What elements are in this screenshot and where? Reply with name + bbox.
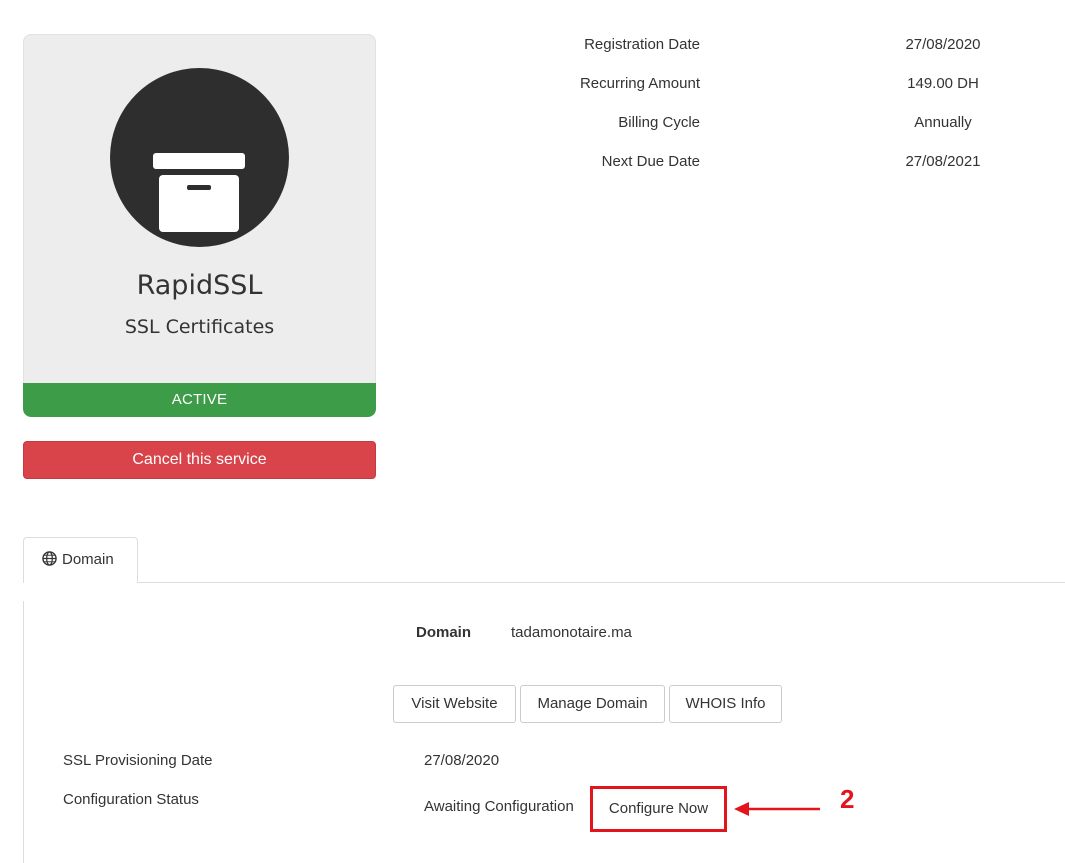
domain-label: Domain [416,624,472,641]
registration-date-value: 27/08/2020 [905,36,981,53]
ssl-provisioning-date-value: 27/08/2020 [424,752,500,769]
status-badge: Active [23,383,376,417]
billing-cycle-label: Billing Cycle [618,114,700,131]
billing-row: Registration Date 27/08/2020 [0,34,1065,56]
tab-pane-border [23,601,24,863]
visit-website-button[interactable]: Visit Website [393,685,516,723]
product-name: RapidSSL [136,270,263,301]
configure-now-button[interactable]: Configure Now [590,786,727,832]
recurring-amount-value: 149.00 DH [907,75,979,92]
ssl-provisioning-date-label: SSL Provisioning Date [63,752,213,769]
billing-row: Billing Cycle Annually [0,112,1065,134]
tab-domain[interactable]: Domain [23,537,138,583]
annotation-arrow-icon [734,802,820,816]
billing-cycle-value: Annually [914,114,972,131]
globe-icon [42,551,57,566]
configuration-status-value: Awaiting Configuration [424,798,574,815]
next-due-date-label: Next Due Date [601,153,700,170]
product-group: SSL Certificates [124,316,275,338]
manage-domain-button[interactable]: Manage Domain [520,685,665,723]
domain-value: tadamonotaire.ma [511,624,632,641]
whois-info-button[interactable]: WHOIS Info [669,685,782,723]
recurring-amount-label: Recurring Amount [579,75,700,92]
cancel-service-button[interactable]: Cancel this service [23,441,376,479]
next-due-date-value: 27/08/2021 [905,153,981,170]
registration-date-label: Registration Date [584,36,700,53]
tab-strip-divider [138,582,1065,583]
billing-row: Recurring Amount 149.00 DH [0,73,1065,95]
annotation-number: 2 [840,784,855,814]
tab-domain-label: Domain [62,551,114,568]
billing-row: Next Due Date 27/08/2021 [0,151,1065,173]
configuration-status-label: Configuration Status [63,791,199,808]
